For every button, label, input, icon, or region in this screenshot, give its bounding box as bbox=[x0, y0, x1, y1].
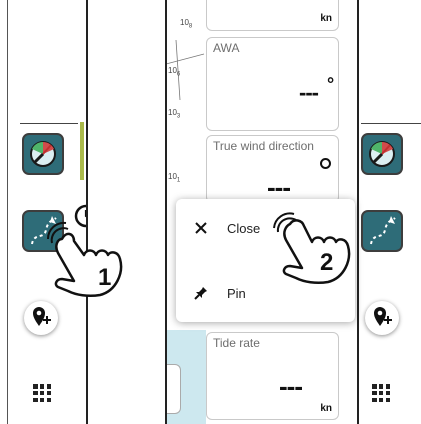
menu-item-label: Pin bbox=[227, 286, 246, 301]
toolbar-separator bbox=[361, 123, 421, 124]
active-indicator bbox=[80, 122, 84, 180]
step-number-1: 1 bbox=[98, 264, 111, 291]
sailing-app-button[interactable] bbox=[361, 133, 403, 175]
awa-card[interactable]: AWA --- ° bbox=[206, 37, 339, 131]
wind-dial-icon bbox=[369, 141, 395, 167]
scale-label-4: 101 bbox=[168, 172, 181, 184]
add-location-icon bbox=[374, 307, 392, 326]
true-wind-direction-card[interactable]: True wind direction --- bbox=[206, 135, 339, 203]
hand-gesture-step-1: 1 bbox=[46, 221, 123, 298]
panel-step-1 bbox=[0, 0, 86, 424]
tide-rate-card[interactable]: Tide rate --- kn bbox=[206, 332, 339, 420]
wind-dial-icon bbox=[30, 141, 56, 167]
card-title: True wind direction bbox=[213, 139, 314, 153]
unit-label: kn bbox=[320, 403, 332, 414]
toolbar-separator bbox=[20, 123, 78, 124]
apps-grid-icon[interactable] bbox=[33, 384, 51, 402]
card-title: AWA bbox=[213, 41, 240, 55]
panel-divider-2 bbox=[165, 0, 167, 424]
scale-label-1: 108 bbox=[180, 18, 193, 30]
unit-label: kn bbox=[320, 13, 332, 24]
speed-card[interactable]: kn bbox=[206, 0, 339, 31]
scale-label-2: 106 bbox=[168, 66, 181, 78]
menu-item-label: Close bbox=[227, 221, 261, 236]
sailing-app-button[interactable] bbox=[22, 133, 64, 175]
card-value: --- bbox=[279, 371, 303, 401]
card-value: --- bbox=[299, 80, 319, 105]
panel-step-3 bbox=[359, 0, 421, 424]
add-waypoint-button[interactable] bbox=[24, 301, 58, 335]
degree-symbol-icon bbox=[320, 158, 331, 169]
close-icon bbox=[195, 222, 207, 234]
route-icon bbox=[370, 216, 396, 245]
add-location-icon bbox=[33, 307, 51, 326]
apps-grid-icon[interactable] bbox=[372, 384, 390, 402]
panel-divider-1 bbox=[86, 0, 88, 424]
degree-unit: ° bbox=[327, 74, 335, 94]
divider-line bbox=[7, 0, 8, 424]
route-app-button[interactable] bbox=[361, 210, 403, 252]
pin-icon bbox=[194, 287, 207, 300]
add-waypoint-button[interactable] bbox=[365, 301, 399, 335]
step-number-2: 2 bbox=[320, 249, 333, 276]
map-search-box bbox=[166, 364, 181, 414]
scale-label-3: 103 bbox=[168, 108, 181, 120]
card-title: Tide rate bbox=[213, 336, 260, 350]
hand-gesture-step-2: 2 bbox=[273, 212, 351, 285]
